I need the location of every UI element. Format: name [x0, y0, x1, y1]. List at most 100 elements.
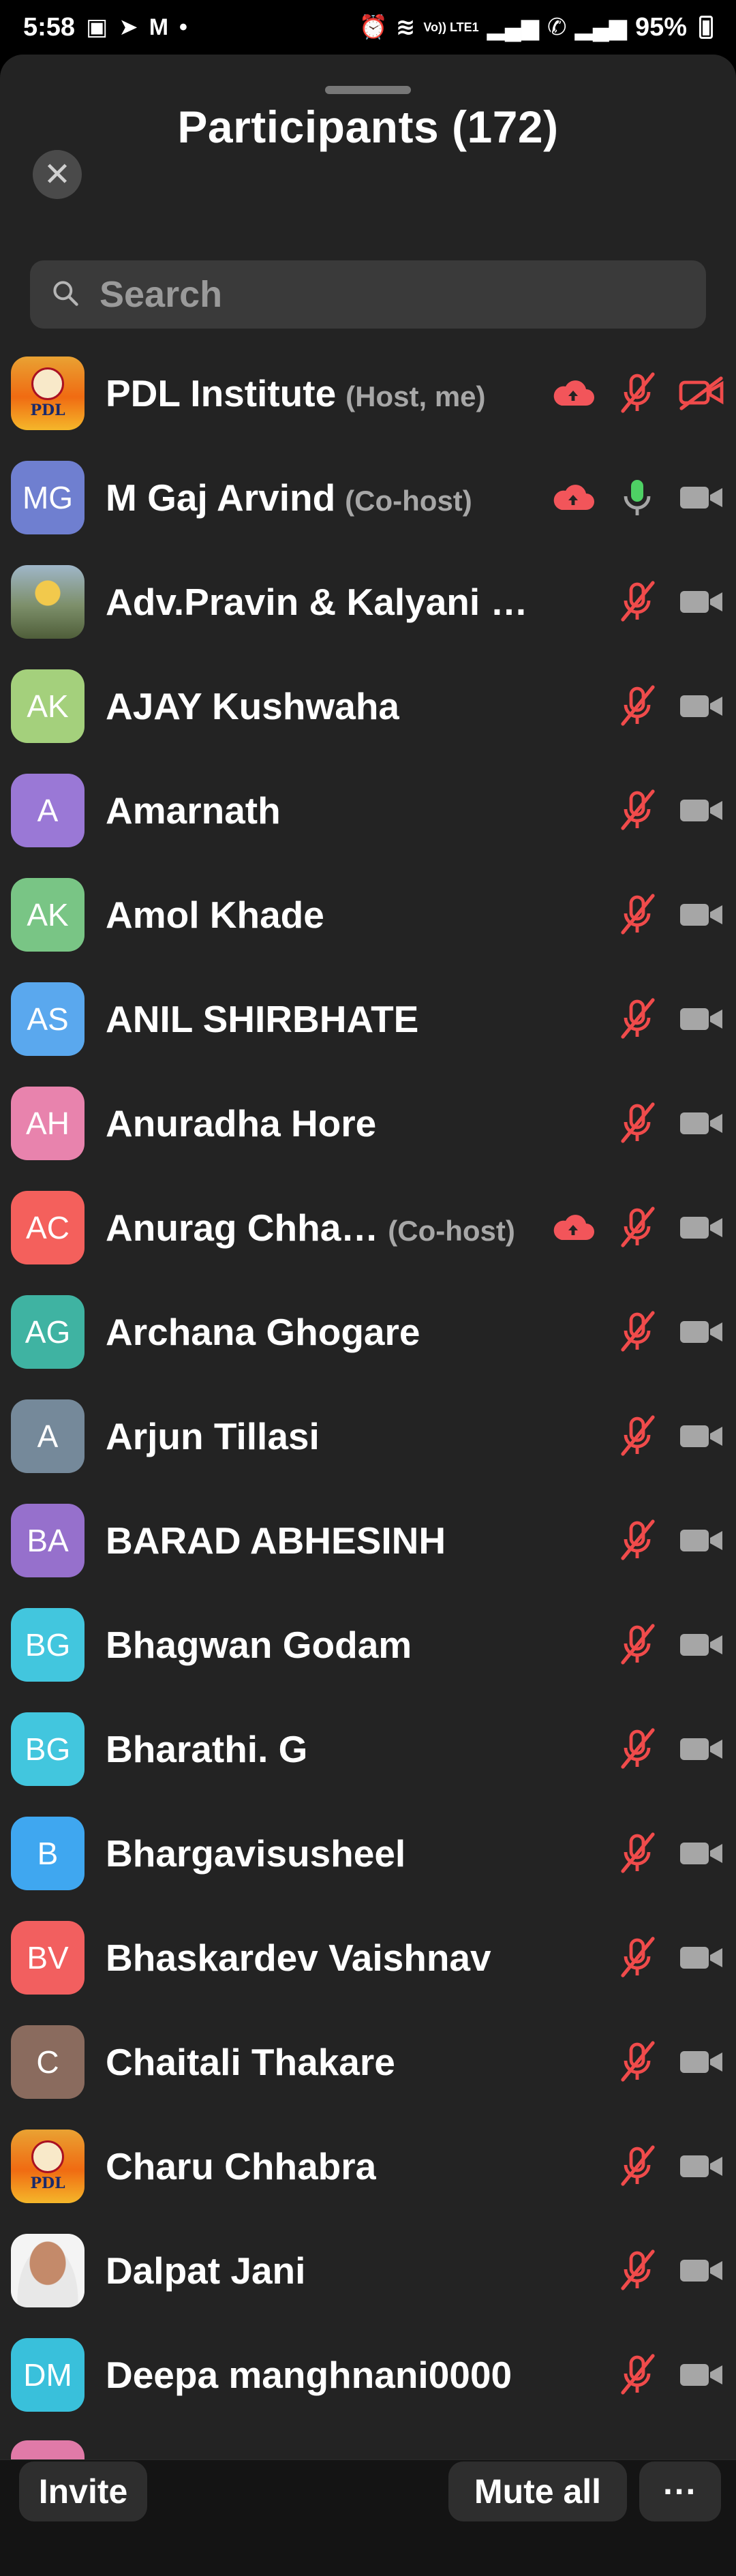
- battery-percent: 95%: [634, 12, 687, 42]
- microphone-muted-icon[interactable]: [619, 1310, 656, 1354]
- video-icon[interactable]: [679, 587, 724, 617]
- video-icon[interactable]: [679, 1108, 724, 1138]
- video-icon[interactable]: [679, 2256, 724, 2286]
- microphone-muted-icon[interactable]: [619, 2040, 656, 2084]
- cloud-upload-icon: [551, 483, 596, 513]
- video-icon[interactable]: [679, 900, 724, 930]
- participant-row[interactable]: Adv.Pravin & Kalyani Kh…: [0, 549, 736, 654]
- video-icon[interactable]: [679, 1526, 724, 1556]
- avatar-initials: B: [37, 1835, 59, 1871]
- participant-row[interactable]: AC Anurag Chha… (Co-host): [0, 1175, 736, 1279]
- search-input[interactable]: [98, 273, 687, 316]
- gmail-icon: M: [149, 14, 169, 40]
- avatar-initials: BG: [25, 1626, 71, 1663]
- microphone-muted-icon[interactable]: [619, 580, 656, 624]
- microphone-muted-icon[interactable]: [619, 2145, 656, 2188]
- microphone-muted-icon[interactable]: [619, 997, 656, 1041]
- participant-name-wrap: Amol Khade: [106, 893, 545, 937]
- video-icon[interactable]: [679, 1004, 724, 1034]
- participant-row[interactable]: PDL PDL Institute (Host, me): [0, 341, 736, 445]
- video-icon[interactable]: [679, 795, 724, 825]
- participant-name: Bharathi. G: [106, 1727, 308, 1770]
- avatar: [11, 2233, 85, 2307]
- participant-row[interactable]: C Chaitali Thakare: [0, 2010, 736, 2114]
- avatar-initials: AS: [27, 1001, 69, 1037]
- participant-name-wrap: Dalpat Jani: [106, 2249, 545, 2292]
- participant-row[interactable]: A Amarnath: [0, 758, 736, 862]
- participant-row[interactable]: AG Archana Ghogare: [0, 1279, 736, 1384]
- participant-row[interactable]: DM Deepa manghnani0000: [0, 2322, 736, 2427]
- participant-name-wrap: Anurag Chha… (Co-host): [106, 1206, 545, 1249]
- participant-role: (Co-host): [388, 1214, 515, 1247]
- participant-name-wrap: Anuradha Hore: [106, 1102, 545, 1145]
- participant-name: Bhargavisusheel: [106, 1832, 406, 1875]
- video-icon[interactable]: [679, 483, 724, 513]
- notification-dot-icon: •: [179, 14, 187, 40]
- video-icon[interactable]: [679, 1421, 724, 1451]
- microphone-muted-icon[interactable]: [619, 1727, 656, 1771]
- microphone-muted-icon[interactable]: [619, 1206, 656, 1249]
- video-icon[interactable]: [679, 2047, 724, 2077]
- microphone-muted-icon[interactable]: [619, 1102, 656, 1145]
- participant-row[interactable]: MG M Gaj Arvind (Co-host): [0, 445, 736, 549]
- microphone-muted-icon[interactable]: [619, 893, 656, 937]
- microphone-muted-icon[interactable]: [619, 1414, 656, 1458]
- more-options-button[interactable]: ···: [639, 2461, 721, 2521]
- pdl-logo-icon: PDL: [30, 401, 65, 419]
- drag-handle[interactable]: [325, 86, 411, 94]
- participant-name-wrap: PDL Institute (Host, me): [106, 372, 545, 415]
- microphone-muted-icon[interactable]: [619, 1832, 656, 1875]
- video-icon[interactable]: [679, 1734, 724, 1764]
- microphone-muted-icon[interactable]: [619, 684, 656, 728]
- participant-name: Bhagwan Godam: [106, 1623, 412, 1666]
- close-button[interactable]: ✕: [33, 150, 82, 199]
- participant-row[interactable]: AK Amol Khade: [0, 862, 736, 967]
- microphone-muted-icon[interactable]: [619, 1519, 656, 1562]
- video-icon[interactable]: [679, 2151, 724, 2181]
- participant-name: Charu Chhabra: [106, 2145, 377, 2187]
- invite-button[interactable]: Invite: [19, 2461, 147, 2521]
- video-icon[interactable]: [679, 1838, 724, 1868]
- video-icon[interactable]: [679, 1630, 724, 1660]
- avatar: AK: [11, 669, 85, 743]
- participant-row[interactable]: BG Bhagwan Godam: [0, 1592, 736, 1697]
- video-icon[interactable]: [679, 1317, 724, 1347]
- network-label: Vo)) LTE1: [423, 20, 479, 34]
- video-icon[interactable]: [679, 1213, 724, 1243]
- participant-name: AJAY Kushwaha: [106, 684, 400, 727]
- microphone-muted-icon[interactable]: [619, 1623, 656, 1667]
- participant-row[interactable]: AH Anuradha Hore: [0, 1071, 736, 1175]
- search-box[interactable]: [30, 260, 706, 329]
- microphone-icon[interactable]: [619, 476, 656, 519]
- avatar-initials: AK: [27, 688, 69, 724]
- microphone-muted-icon[interactable]: [619, 372, 656, 415]
- participant-status-icons: [619, 1727, 724, 1771]
- participant-row[interactable]: B Bhargavisusheel: [0, 1801, 736, 1905]
- microphone-muted-icon[interactable]: [619, 2353, 656, 2397]
- participant-row[interactable]: BV Bhaskardev Vaishnav: [0, 1905, 736, 2010]
- gallery-icon: ▣: [86, 14, 108, 40]
- participant-name-wrap: Archana Ghogare: [106, 1310, 545, 1354]
- participant-row[interactable]: BG Bharathi. G: [0, 1697, 736, 1801]
- microphone-muted-icon[interactable]: [619, 2249, 656, 2292]
- microphone-muted-icon[interactable]: [619, 1936, 656, 1980]
- participant-row[interactable]: AK AJAY Kushwaha: [0, 654, 736, 758]
- mute-all-button[interactable]: Mute all: [448, 2461, 627, 2521]
- video-icon[interactable]: [679, 1943, 724, 1973]
- participant-name: PDL Institute: [106, 372, 337, 414]
- participant-row[interactable]: AS ANIL SHIRBHATE: [0, 967, 736, 1071]
- video-icon[interactable]: [679, 691, 724, 721]
- avatar-initials: C: [36, 2044, 59, 2080]
- video-off-icon[interactable]: [679, 376, 724, 411]
- participant-status-icons: [619, 684, 724, 728]
- participant-status-icons: [619, 1623, 724, 1667]
- avatar: A: [11, 1399, 85, 1473]
- participant-row[interactable]: BA BARAD ABHESINH: [0, 1488, 736, 1592]
- participant-row[interactable]: Dalpat Jani: [0, 2218, 736, 2322]
- signal-2-icon: ▂▄▆: [574, 14, 627, 40]
- participant-row[interactable]: A Arjun Tillasi: [0, 1384, 736, 1488]
- participant-name: Anurag Chha…: [106, 1206, 379, 1249]
- microphone-muted-icon[interactable]: [619, 789, 656, 832]
- video-icon[interactable]: [679, 2360, 724, 2390]
- participant-row[interactable]: PDL Charu Chhabra: [0, 2114, 736, 2218]
